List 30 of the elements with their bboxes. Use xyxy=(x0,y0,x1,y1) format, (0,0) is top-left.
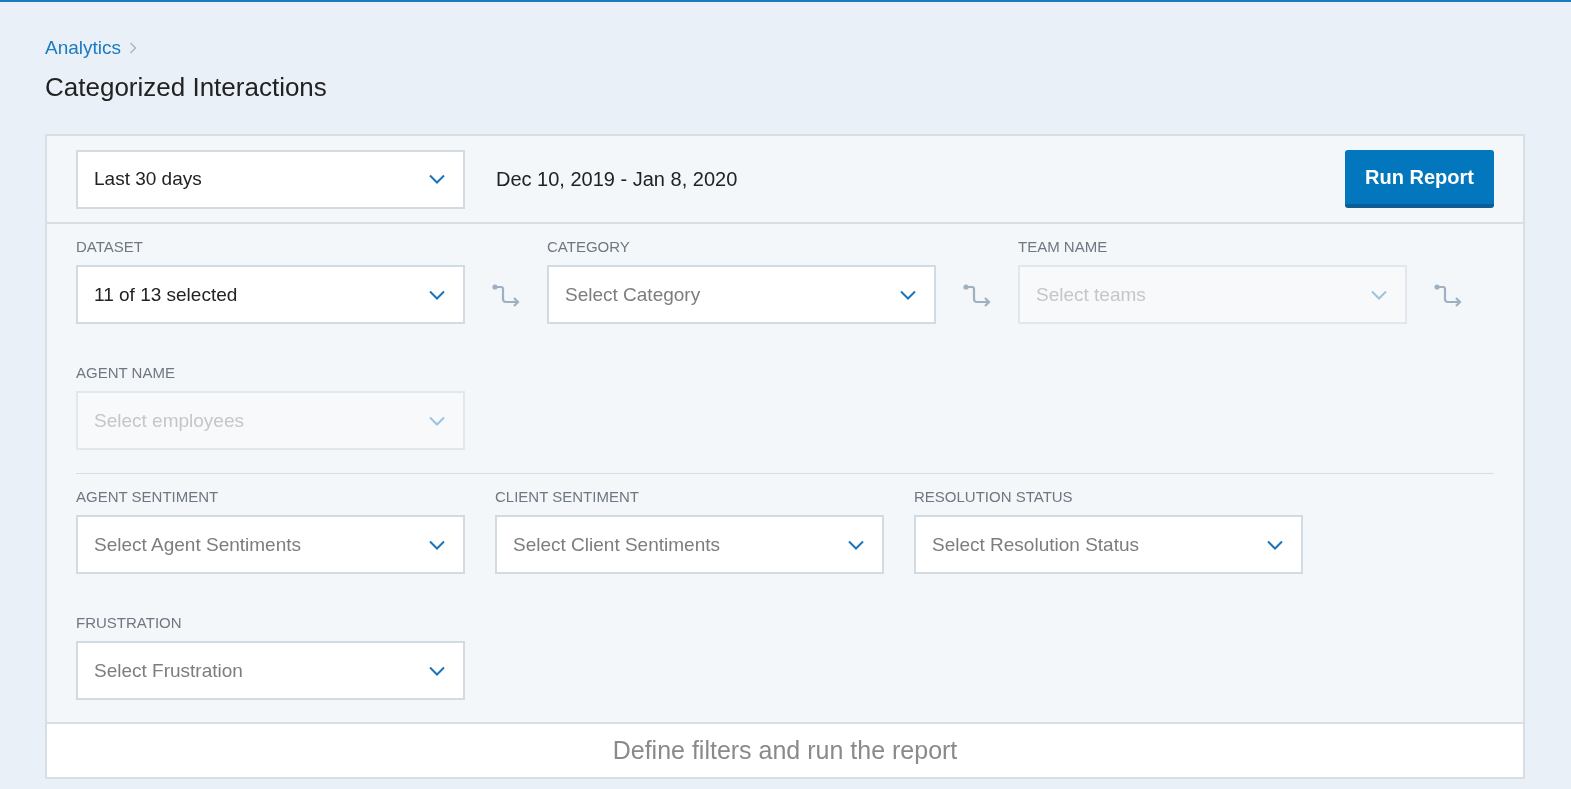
date-range-dropdown[interactable]: Last 30 days xyxy=(76,149,465,209)
filter-label: RESOLUTION STATUS xyxy=(914,488,1074,506)
chevron-down-icon xyxy=(429,289,445,300)
breadcrumb-link[interactable]: Analytics xyxy=(45,37,122,59)
chevron-right-icon xyxy=(129,42,138,54)
filter-dropdown[interactable]: Select Client Sentiments xyxy=(495,515,884,574)
chevron-down-icon xyxy=(429,174,445,184)
chevron-down-icon xyxy=(848,539,864,550)
chevron-down-icon xyxy=(1371,289,1387,300)
filter-label: FRUSTRATION xyxy=(76,614,183,632)
chevron-down-icon xyxy=(429,665,445,676)
filter-dropdown[interactable]: 11 of 13 selected xyxy=(76,265,465,324)
date-range-text: Dec 10, 2019 - Jan 8, 2020 xyxy=(496,167,738,191)
filter-label: CLIENT SENTIMENT xyxy=(495,488,640,506)
chevron-down-icon xyxy=(429,415,445,426)
chevron-down-icon xyxy=(900,289,916,300)
chevron-down-icon xyxy=(1267,539,1283,550)
page-title: Categorized Interactions xyxy=(45,72,328,104)
filter-label: TEAM NAME xyxy=(1018,238,1109,256)
empty-report-message: Define filters and run the report xyxy=(47,722,1523,777)
run-report-button[interactable]: Run Report xyxy=(1345,150,1494,208)
filter-dropdown[interactable]: Select Resolution Status xyxy=(914,515,1303,574)
filter-label: AGENT NAME xyxy=(76,364,176,382)
filter-label: CATEGORY xyxy=(547,238,631,256)
chevron-down-icon xyxy=(429,539,445,550)
filter-label: DATASET xyxy=(76,238,144,256)
filter-dropdown[interactable]: Select Agent Sentiments xyxy=(76,515,465,574)
filter-dropdown[interactable]: Select Category xyxy=(547,265,936,324)
filter-dropdown[interactable]: Select Frustration xyxy=(76,641,465,700)
filter-label: AGENT SENTIMENT xyxy=(76,488,220,506)
